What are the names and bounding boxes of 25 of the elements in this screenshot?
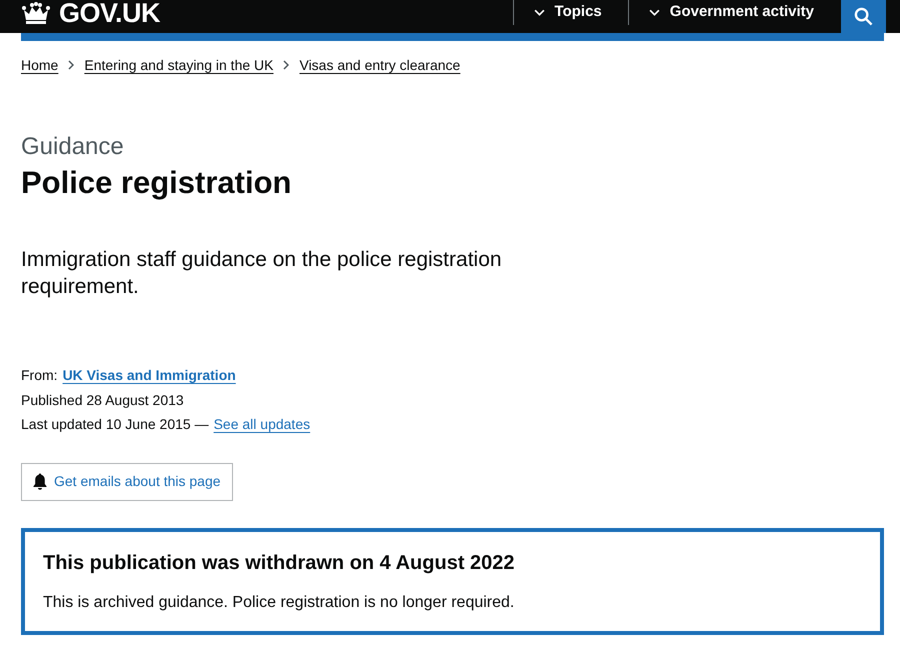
notice-body: This is archived guidance. Police registration is no longer required.	[43, 592, 516, 612]
published-date: Published 28 August 2013	[21, 390, 184, 410]
search-button[interactable]	[841, 0, 886, 33]
lede-text: Immigration staff guidance on the police registration requirement.	[21, 247, 503, 300]
subscribe-button[interactable]: Get emails about this page	[21, 462, 233, 500]
bell-icon	[33, 473, 47, 490]
page-caption: Guidance	[21, 132, 125, 162]
nav-menu-button[interactable]: Topics	[512, 0, 628, 25]
see-all-updates-link[interactable]: See all updates	[214, 412, 310, 436]
notice-heading: This publication was withdrawn on 4 August 2022	[43, 550, 516, 576]
govuk-logo-link[interactable]: GOV.UK	[21, 0, 160, 26]
from-label: From:	[21, 366, 58, 385]
breadcrumb-link[interactable]: Home	[21, 55, 58, 75]
breadcrumb-link[interactable]: Visas and entry clearance	[299, 55, 460, 75]
page-title: Police registration	[21, 164, 292, 202]
breadcrumb-link[interactable]: Entering and staying in the UK	[84, 55, 274, 75]
organisation-link[interactable]: UK Visas and Immigration	[62, 363, 236, 388]
crown-icon	[21, 2, 51, 24]
chevron-right-icon	[283, 60, 290, 70]
chevron-right-icon	[68, 60, 74, 70]
chevron-down-icon	[648, 9, 660, 16]
chevron-down-icon	[534, 9, 545, 16]
search-icon	[854, 7, 873, 26]
last-updated-date: Last updated 10 June 2015 —	[21, 415, 209, 434]
nav-menu-button[interactable]: Government activity	[628, 0, 840, 25]
